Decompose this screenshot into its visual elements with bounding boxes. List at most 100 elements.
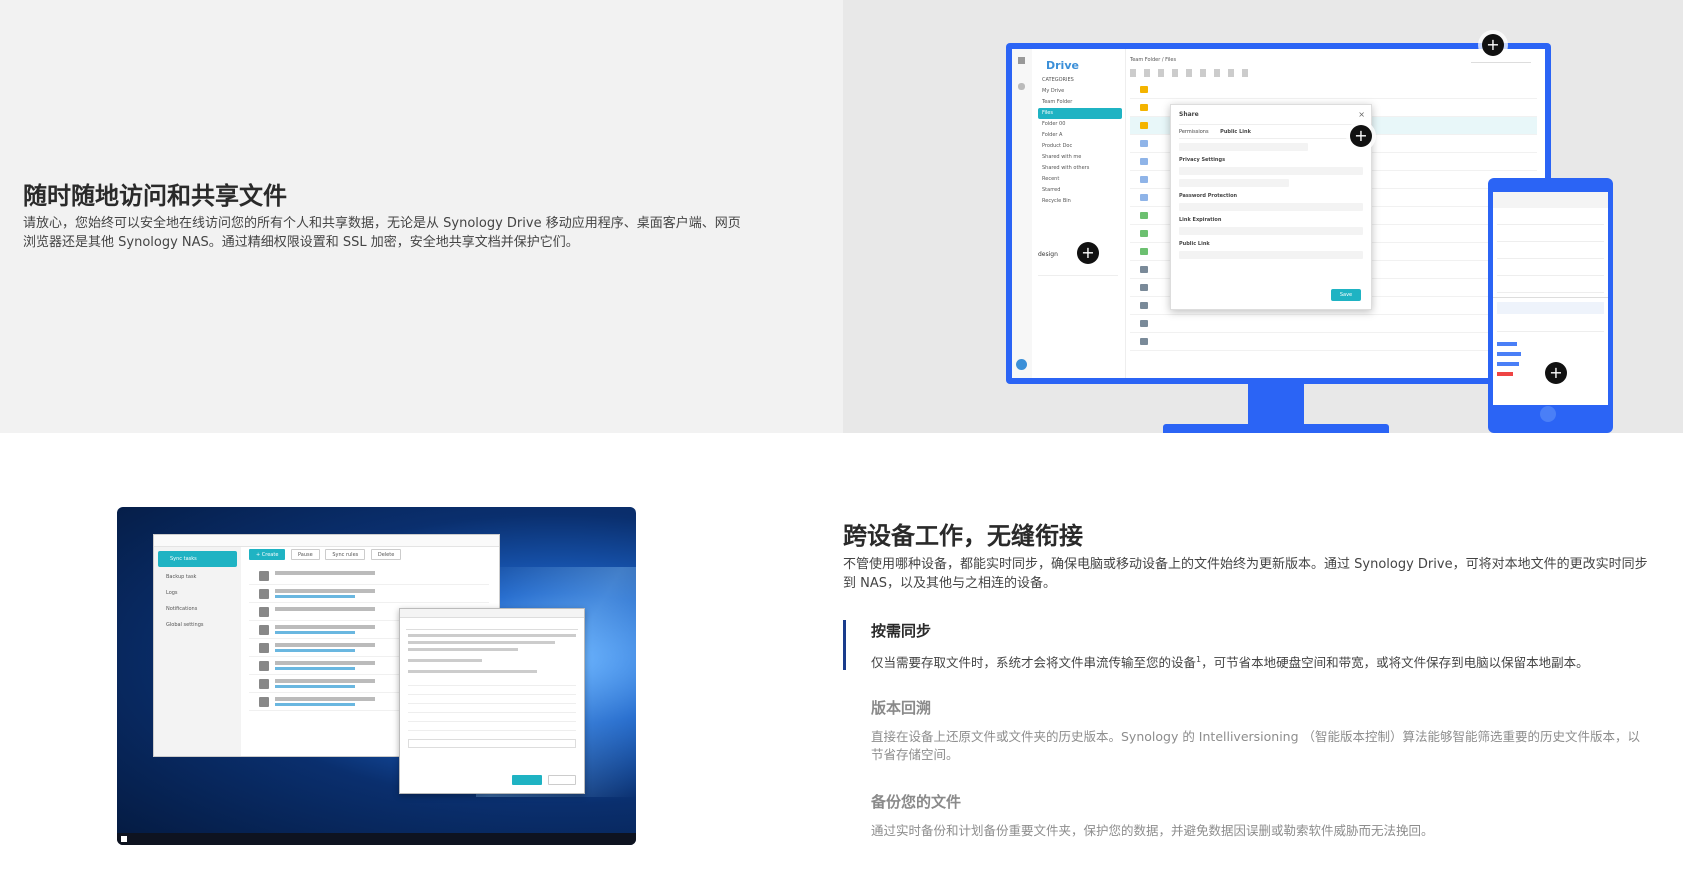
create-button[interactable]: + Create xyxy=(249,549,286,560)
phone-list-item[interactable] xyxy=(1497,278,1604,293)
spreadsheet-icon xyxy=(1140,248,1148,255)
feature-on-demand-sync[interactable]: 按需同步 仅当需要存取文件时，系统才会将文件串流传输至您的设备1，可节省本地硬盘… xyxy=(843,620,1663,670)
password-protection-label: Password Protection xyxy=(1179,193,1238,199)
selective-sync-dialog xyxy=(399,608,585,794)
nav-categories: CATEGORIES xyxy=(1042,77,1074,83)
nav-global-settings[interactable]: Global settings xyxy=(154,617,241,633)
list-item[interactable] xyxy=(408,722,576,731)
document-icon xyxy=(1140,158,1148,165)
list-item[interactable] xyxy=(408,686,576,695)
folder-icon xyxy=(1140,104,1148,111)
feature-description-tail: ，可节省本地硬盘空间和带宽，或将文件保存到电脑以保留本地副本。 xyxy=(1201,655,1589,671)
start-icon[interactable] xyxy=(121,836,127,842)
section-title-share: 随时随地访问和共享文件 xyxy=(23,182,287,210)
plus-hotspot[interactable]: + xyxy=(1350,125,1372,147)
sync-rules-button[interactable]: Sync rules xyxy=(325,549,366,560)
nav-starred[interactable]: Starred xyxy=(1038,185,1122,196)
image-icon xyxy=(1140,338,1148,345)
cancel-button[interactable] xyxy=(548,775,576,785)
file-row[interactable] xyxy=(1130,81,1537,99)
windows-taskbar xyxy=(117,833,636,845)
drive-web-ui: Drive CATEGORIES My Drive Team Folder Fi… xyxy=(1012,49,1545,378)
privacy-select[interactable] xyxy=(1179,167,1363,175)
section-description-share: 请放心，您始终可以安全地在线访问您的所有个人和共享数据，无论是从 Synolog… xyxy=(23,216,741,250)
windows-desktop-screenshot: Sync tasks Backup task Logs Notification… xyxy=(117,507,636,845)
nav-recent[interactable]: Recent xyxy=(1038,174,1122,185)
public-link-label: Public Link xyxy=(1179,241,1210,247)
nav-recycle-bin[interactable]: Recycle Bin xyxy=(1038,196,1122,207)
drive-illustration: Drive CATEGORIES My Drive Team Folder Fi… xyxy=(843,0,1683,433)
list-item[interactable] xyxy=(408,704,576,713)
spreadsheet-icon xyxy=(1140,212,1148,219)
image-icon xyxy=(1140,302,1148,309)
pause-button[interactable]: Pause xyxy=(291,549,320,560)
feature-backup-files[interactable]: 备份您的文件 通过实时备份和计划备份重要文件夹，保护您的数据，并避免数据因误删或… xyxy=(843,791,1663,840)
table-row[interactable] xyxy=(249,567,489,585)
nav-sync-tasks[interactable]: Sync tasks xyxy=(158,551,237,567)
plus-hotspot[interactable]: + xyxy=(1077,242,1099,264)
password-field[interactable] xyxy=(1179,203,1363,211)
feature-description: 直接在设备上还原文件或文件夹的历史版本。Synology 的 Intellive… xyxy=(871,729,1641,762)
phone-list-item[interactable] xyxy=(1497,244,1604,259)
document-icon xyxy=(1140,176,1148,183)
public-link-field[interactable] xyxy=(1179,251,1363,259)
nav-files[interactable]: Files xyxy=(1038,108,1122,119)
nav-my-drive[interactable]: My Drive xyxy=(1038,86,1122,97)
table-row[interactable] xyxy=(249,585,489,603)
share-text-panel: 随时随地访问和共享文件 请放心，您始终可以安全地在线访问您的所有个人和共享数据，… xyxy=(0,0,843,433)
nav-team-folder[interactable]: Team Folder xyxy=(1038,97,1122,108)
drive-logo: Drive xyxy=(1046,59,1079,72)
expiration-date-field[interactable] xyxy=(1179,227,1363,235)
plus-hotspot[interactable]: + xyxy=(1545,362,1567,384)
plus-hotspot[interactable]: + xyxy=(1482,34,1504,56)
nav-folder-00[interactable]: Folder 00 xyxy=(1038,119,1122,130)
phone-home-button xyxy=(1540,406,1556,422)
file-row[interactable] xyxy=(1130,333,1537,351)
nav-shared-with-others[interactable]: Shared with others xyxy=(1038,163,1122,174)
phone-action-sheet xyxy=(1493,297,1608,405)
tab-public-link[interactable]: Public Link xyxy=(1220,129,1251,135)
phone-list-item[interactable] xyxy=(1497,227,1604,242)
delete-button[interactable]: Delete xyxy=(370,549,402,560)
extension-input[interactable] xyxy=(408,739,576,748)
apply-button[interactable] xyxy=(512,775,542,785)
list-item[interactable] xyxy=(408,695,576,704)
bell-icon[interactable] xyxy=(1018,83,1025,90)
file-toolbar xyxy=(1130,69,1250,77)
tab-permissions[interactable]: Permissions xyxy=(1179,129,1209,135)
feature-version-rollback[interactable]: 版本回溯 直接在设备上还原文件或文件夹的历史版本。Synology 的 Inte… xyxy=(843,697,1663,764)
client-toolbar: + Create Pause Sync rules Delete xyxy=(249,549,405,560)
close-icon[interactable]: × xyxy=(1358,110,1365,119)
document-icon xyxy=(1140,194,1148,201)
phone-frame xyxy=(1488,178,1613,433)
feature-title: 备份您的文件 xyxy=(871,793,962,811)
nav-product-doc[interactable]: Product Doc xyxy=(1038,141,1122,152)
search-field[interactable] xyxy=(1471,55,1531,63)
feature-description: 通过实时备份和计划备份重要文件夹，保护您的数据，并避免数据因误删或勒索软件威胁而… xyxy=(871,823,1434,838)
share-dialog: Share Permissions Public Link Privacy Se… xyxy=(1170,104,1372,310)
nav-logs[interactable]: Logs xyxy=(154,585,241,601)
monitor-base xyxy=(1163,424,1389,433)
apps-grid-icon[interactable] xyxy=(1018,57,1025,64)
breadcrumb: Team Folder / Files xyxy=(1130,57,1177,63)
document-icon xyxy=(1140,140,1148,147)
phone-list-item[interactable] xyxy=(1497,210,1604,225)
list-item[interactable] xyxy=(408,677,576,686)
feature-description: 仅当需要存取文件时，系统才会将文件串流传输至您的设备 xyxy=(871,655,1197,671)
nav-shared-with-me[interactable]: Shared with me xyxy=(1038,152,1122,163)
save-button[interactable]: Save xyxy=(1331,289,1361,301)
drive-nav: CATEGORIES My Drive Team Folder Files Fo… xyxy=(1038,75,1122,207)
phone-list-item[interactable] xyxy=(1497,261,1604,276)
share-dialog-title: Share xyxy=(1179,111,1363,125)
folder-icon xyxy=(1140,86,1148,93)
privacy-settings-label: Privacy Settings xyxy=(1179,157,1226,163)
nav-notifications[interactable]: Notifications xyxy=(154,601,241,617)
user-avatar[interactable] xyxy=(1016,359,1027,370)
nav-backup-task[interactable]: Backup task xyxy=(154,569,241,585)
file-row[interactable] xyxy=(1130,315,1537,333)
storage-user: design xyxy=(1038,251,1058,258)
nav-folder-a[interactable]: Folder A xyxy=(1038,130,1122,141)
top-section: 随时随地访问和共享文件 请放心，您始终可以安全地在线访问您的所有个人和共享数据，… xyxy=(0,0,1683,433)
list-item[interactable] xyxy=(408,713,576,722)
image-icon xyxy=(1140,284,1148,291)
